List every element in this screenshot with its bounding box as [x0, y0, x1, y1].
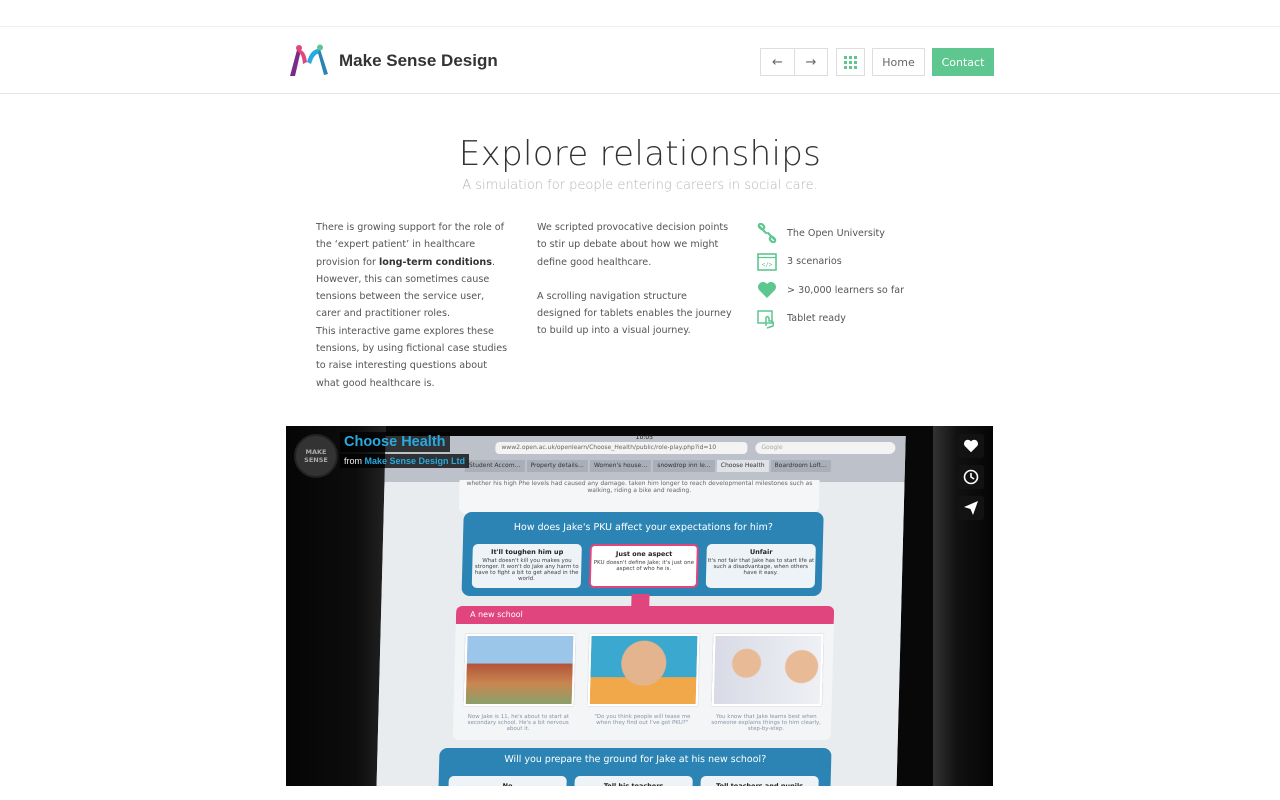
- question-options: It'll toughen him up What doesn't kill yo…: [471, 544, 816, 588]
- code-icon: </>: [756, 252, 778, 272]
- story-section: A new school Now Jake is 11, he's about …: [452, 606, 835, 740]
- video-frame-tablet: 10:05 www2.open.ac.uk/openlearn/Choose_H…: [376, 434, 906, 786]
- feature-label: 3 scenarios: [787, 256, 842, 268]
- section-title: A new school: [455, 606, 835, 624]
- tablet-page: whether his high Phe levels had caused a…: [376, 480, 905, 786]
- link-icon: [756, 223, 778, 244]
- feature-item: The Open University: [756, 219, 956, 248]
- description-column-2: We scripted provocative decision points …: [537, 219, 732, 340]
- description-paragraph-4: A scrolling navigation structure designe…: [537, 290, 732, 337]
- contact-button[interactable]: Contact: [932, 48, 994, 76]
- video-title[interactable]: Choose Health: [340, 432, 450, 452]
- tablet-tab: Student Accom…: [464, 460, 525, 472]
- tablet-tab: Boardroom Loft…: [770, 460, 832, 472]
- feature-label: The Open University: [787, 227, 885, 239]
- option-card: Tell teachers and pupils: [700, 776, 819, 786]
- channel-avatar[interactable]: MAKE SENSE: [294, 434, 338, 478]
- description-paragraph-3: We scripted provocative decision points …: [537, 222, 729, 268]
- caption: "Do you think people will tease me when …: [594, 714, 691, 726]
- header-nav: ← → Home Contact: [760, 48, 994, 76]
- feature-item: > 30,000 learners so far: [756, 276, 956, 305]
- story-captions: Now Jake is 11, he's about to start at s…: [453, 706, 832, 732]
- video-dark-left: [286, 426, 386, 786]
- hero: Explore relationships A simulation for p…: [0, 134, 1280, 193]
- tablet-tab: snowdrop inn le…: [653, 460, 715, 472]
- next-button[interactable]: →: [794, 48, 828, 76]
- send-icon: [964, 501, 978, 515]
- feature-label: Tablet ready: [787, 313, 846, 325]
- site-header: Make Sense Design ← → Home Contact: [0, 27, 1280, 94]
- feature-item: Tablet ready: [756, 305, 956, 334]
- story-photos: [454, 624, 834, 706]
- video-author-link[interactable]: Make Sense Design Ltd: [365, 456, 466, 466]
- prev-button[interactable]: ←: [760, 48, 794, 76]
- home-button[interactable]: Home: [872, 48, 925, 76]
- tablet-tab: Choose Health: [716, 460, 769, 472]
- tablet-tabs: Student Accom… Property details… Women's…: [464, 460, 833, 472]
- decision-question-1: How does Jake's PKU affect your expectat…: [461, 512, 824, 596]
- feature-item: </> 3 scenarios: [756, 248, 956, 277]
- brand-logo-icon: [290, 44, 328, 76]
- tablet-search-box: Google: [755, 442, 896, 454]
- caption: Now Jake is 11, he's about to start at s…: [467, 714, 570, 732]
- description-paragraph-2: This interactive game explores these ten…: [316, 325, 508, 389]
- video-action-buttons: [958, 434, 984, 520]
- watch-later-button[interactable]: [958, 465, 984, 489]
- tablet-touch-icon: [756, 309, 778, 329]
- caption: You know that Jake learns best when some…: [711, 714, 822, 732]
- like-button[interactable]: [958, 434, 984, 458]
- tablet-time: 10:05: [635, 434, 654, 441]
- feature-list: The Open University </> 3 scenarios > 30…: [756, 219, 956, 333]
- svg-text:</>: </>: [762, 261, 773, 268]
- question-title: How does Jake's PKU affect your expectat…: [513, 522, 773, 533]
- boy-photo: [587, 634, 700, 706]
- heart-icon: [756, 280, 778, 300]
- tablet-address-bar: www2.open.ac.uk/openlearn/Choose_Health/…: [495, 442, 748, 454]
- description-paragraph-1: There is growing support for the role of…: [316, 222, 505, 320]
- decision-question-2: Will you prepare the ground for Jake at …: [437, 748, 832, 786]
- option-card: It'll toughen him up What doesn't kill yo…: [471, 544, 582, 588]
- page-title: Explore relationships: [458, 134, 822, 174]
- share-button[interactable]: [958, 496, 984, 520]
- brand[interactable]: Make Sense Design: [287, 44, 498, 78]
- question-options: No Tell his teachers Tell teachers and p…: [448, 776, 819, 786]
- feature-label: > 30,000 learners so far: [787, 284, 905, 296]
- top-strip: [0, 0, 1280, 27]
- page-subtitle: A simulation for people entering careers…: [462, 178, 818, 193]
- option-card: Tell his teachers: [574, 776, 693, 786]
- tablet-tab: Property details…: [526, 460, 589, 472]
- grid-icon: [844, 55, 857, 69]
- story-text-top: whether his high Phe levels had caused a…: [458, 480, 820, 514]
- brand-name: Make Sense Design: [339, 51, 498, 70]
- video-byline: from Make Sense Design Ltd: [340, 454, 470, 468]
- option-card: Unfair It's not fair that Jake has to sta…: [705, 544, 816, 588]
- clock-icon: [963, 469, 979, 485]
- school-photo: [463, 634, 576, 706]
- grid-menu-button[interactable]: [836, 48, 865, 76]
- question-title: Will you prepare the ground for Jake at …: [504, 754, 767, 765]
- option-card-selected: Just one aspect PKU doesn't define Jake; …: [588, 544, 699, 588]
- tablet-tab: Women's house…: [589, 460, 652, 472]
- description-column-1: There is growing support for the role of…: [316, 219, 511, 392]
- boy-with-adult-photo: [711, 634, 824, 706]
- video-player[interactable]: 10:05 www2.open.ac.uk/openlearn/Choose_H…: [286, 426, 993, 786]
- option-card: No: [448, 776, 567, 786]
- heart-icon: [964, 439, 978, 453]
